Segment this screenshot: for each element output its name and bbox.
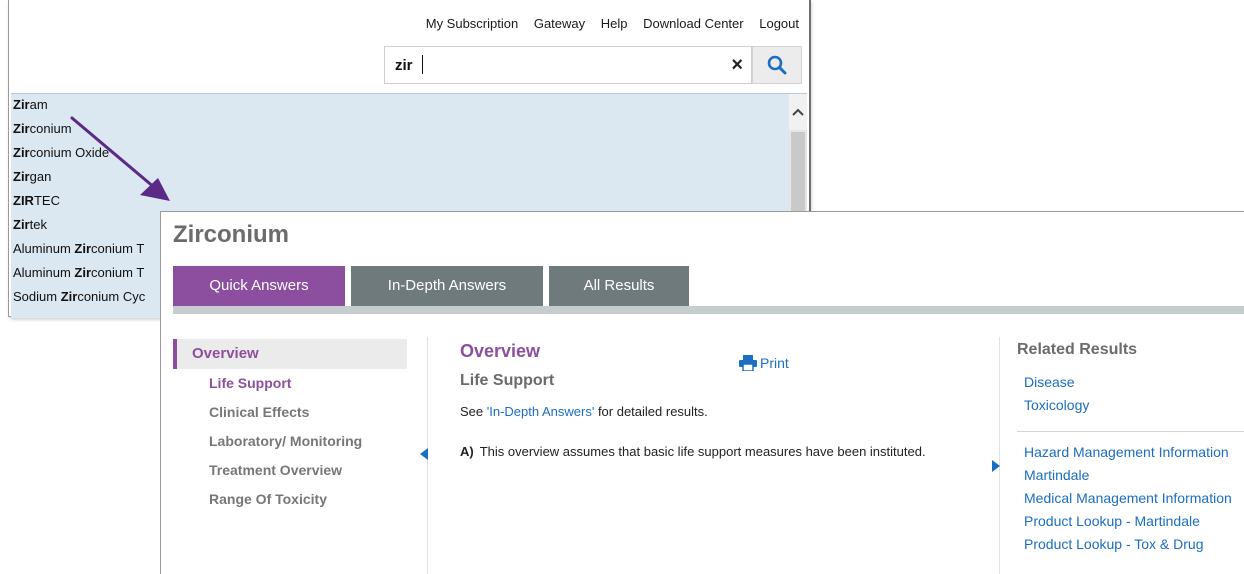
nav-laboratory-monitoring[interactable]: Laboratory/ Monitoring — [209, 433, 362, 449]
triangle-right-icon[interactable] — [992, 460, 1000, 475]
clear-search-icon[interactable]: × — [731, 54, 743, 77]
search-value: zir — [395, 57, 413, 74]
nav-gateway[interactable]: Gateway — [534, 16, 585, 31]
suggestion-item[interactable]: Aluminum Zirconium T — [13, 264, 144, 288]
search-input[interactable]: zir × — [384, 46, 752, 84]
related-hazard-management[interactable]: Hazard Management Information — [1024, 444, 1229, 460]
paragraph-label: A) — [460, 444, 474, 459]
tab-quick-answers[interactable]: Quick Answers — [173, 266, 345, 312]
related-title: Related Results — [1017, 341, 1138, 358]
right-divider — [999, 337, 1000, 574]
search-button[interactable] — [752, 46, 802, 84]
tab-all-results[interactable]: All Results — [549, 266, 689, 306]
page-title: Zirconium — [173, 221, 290, 248]
nav-treatment-overview[interactable]: Treatment Overview — [209, 462, 342, 478]
nav-overview[interactable]: Overview — [173, 339, 407, 369]
nav-download-center[interactable]: Download Center — [643, 16, 743, 31]
text-caret — [422, 55, 423, 74]
print-label: Print — [760, 355, 789, 371]
related-product-lookup-martindale[interactable]: Product Lookup - Martindale — [1024, 513, 1200, 529]
nav-logout[interactable]: Logout — [759, 16, 799, 31]
suggestion-item[interactable]: Zirconium Oxide — [13, 144, 109, 168]
in-depth-answers-link[interactable]: 'In-Depth Answers' — [487, 404, 595, 419]
content-subtitle: Life Support — [460, 372, 555, 389]
suggestion-item[interactable]: ZIRTEC — [13, 192, 60, 216]
paragraph-text: This overview assumes that basic life su… — [479, 444, 926, 459]
suggestion-item[interactable]: Aluminum Zirconium T — [13, 240, 144, 264]
related-martindale[interactable]: Martindale — [1024, 467, 1089, 483]
nav-life-support[interactable]: Life Support — [209, 375, 291, 391]
nav-my-subscription[interactable]: My Subscription — [426, 16, 518, 31]
related-toxicology[interactable]: Toxicology — [1024, 397, 1089, 413]
printer-icon — [739, 355, 757, 372]
related-medical-management[interactable]: Medical Management Information — [1024, 490, 1232, 506]
related-disease[interactable]: Disease — [1024, 374, 1075, 390]
search-icon — [767, 55, 787, 75]
suggestion-item[interactable]: Sodium Zirconium Cyc — [13, 288, 145, 312]
nav-range-of-toxicity[interactable]: Range Of Toxicity — [209, 491, 327, 507]
print-button[interactable]: Print — [739, 355, 789, 372]
suggestion-item[interactable]: Ziram — [13, 96, 48, 120]
suggestion-item[interactable]: Zirtek — [13, 216, 47, 240]
related-product-lookup-tox-drug[interactable]: Product Lookup - Tox & Drug — [1024, 536, 1204, 552]
top-navigation: My Subscription Gateway Help Download Ce… — [414, 16, 799, 31]
content-title: Overview — [460, 341, 541, 361]
tab-in-depth-answers[interactable]: In-Depth Answers — [351, 266, 543, 306]
triangle-left-icon[interactable] — [420, 448, 428, 463]
document-window: Zirconium Quick Answers In-Depth Answers… — [160, 211, 1244, 574]
chevron-up-icon[interactable] — [789, 94, 807, 130]
see-note: See 'In-Depth Answers' for detailed resu… — [460, 404, 708, 419]
tab-divider — [173, 306, 1244, 314]
suggestion-item[interactable]: Zirconium — [13, 120, 72, 144]
related-separator — [1017, 431, 1244, 432]
overview-paragraph: A) This overview assumes that basic life … — [460, 444, 960, 459]
nav-help[interactable]: Help — [601, 16, 628, 31]
nav-clinical-effects[interactable]: Clinical Effects — [209, 404, 309, 420]
suggestion-item[interactable]: Zirgan — [13, 168, 51, 192]
